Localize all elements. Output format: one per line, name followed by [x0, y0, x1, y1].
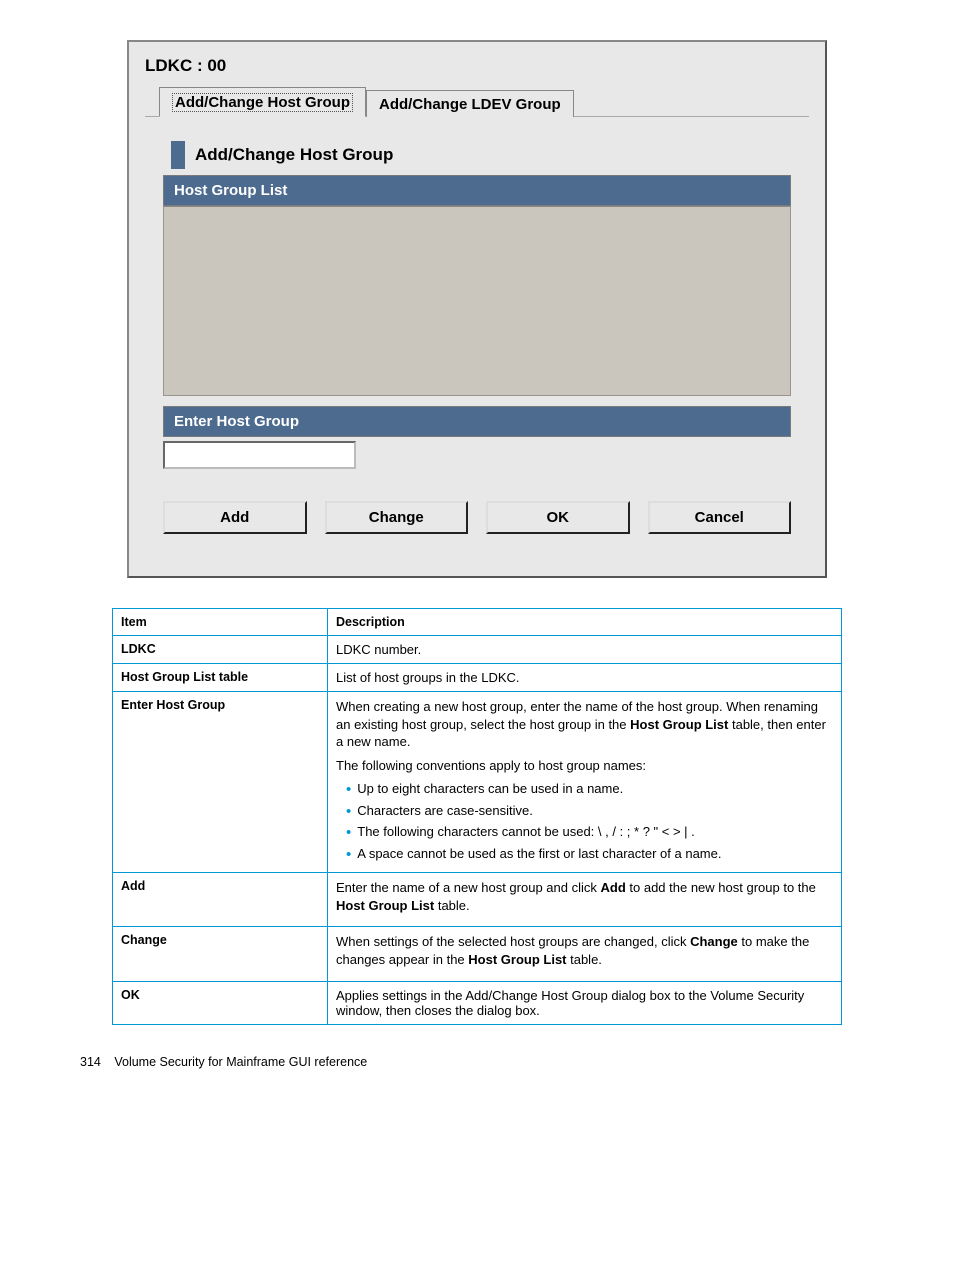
item-hglist: Host Group List table: [113, 664, 328, 692]
footer-title: Volume Security for Mainframe GUI refere…: [114, 1055, 367, 1069]
header-item: Item: [113, 609, 328, 636]
desc-change: When settings of the selected host group…: [328, 927, 842, 981]
change-button[interactable]: Change: [325, 501, 469, 534]
tab-hostgroup[interactable]: Add/Change Host Group: [159, 87, 366, 117]
section-header: Add/Change Host Group: [171, 141, 809, 169]
desc-hglist: List of host groups in the LDKC.: [328, 664, 842, 692]
tab-hostgroup-label: Add/Change Host Group: [172, 93, 353, 112]
tab-bar: Add/Change Host Group Add/Change LDEV Gr…: [159, 86, 809, 116]
description-table: Item Description LDKC LDKC number. Host …: [112, 608, 842, 1025]
list-item: •The following characters cannot be used…: [346, 823, 833, 841]
desc-ldkc: LDKC number.: [328, 636, 842, 664]
enter-hostgroup-label: Enter Host Group: [163, 406, 791, 437]
button-row: Add Change OK Cancel: [163, 501, 791, 534]
hostgroup-input[interactable]: [163, 441, 356, 469]
dialog-window: LDKC : 00 Add/Change Host Group Add/Chan…: [127, 40, 827, 578]
list-item: •Characters are case-sensitive.: [346, 802, 833, 820]
ok-button[interactable]: OK: [486, 501, 630, 534]
desc-ok: Applies settings in the Add/Change Host …: [328, 981, 842, 1024]
table-row: Change When settings of the selected hos…: [113, 927, 842, 981]
add-button[interactable]: Add: [163, 501, 307, 534]
item-change: Change: [113, 927, 328, 981]
bullet-icon: •: [346, 781, 351, 798]
list-item: •Up to eight characters can be used in a…: [346, 780, 833, 798]
cancel-button[interactable]: Cancel: [648, 501, 792, 534]
bullet-icon: •: [346, 803, 351, 820]
page-number: 314: [80, 1055, 101, 1069]
item-ldkc: LDKC: [113, 636, 328, 664]
list-item: •A space cannot be used as the first or …: [346, 845, 833, 863]
bullet-icon: •: [346, 824, 351, 841]
table-row: Add Enter the name of a new host group a…: [113, 873, 842, 927]
tab-content: Add/Change Host Group Host Group List En…: [145, 116, 809, 552]
table-row: Host Group List table List of host group…: [113, 664, 842, 692]
item-add: Add: [113, 873, 328, 927]
bullet-icon: •: [346, 846, 351, 863]
page-footer: 314 Volume Security for Mainframe GUI re…: [60, 1055, 894, 1069]
desc-add: Enter the name of a new host group and c…: [328, 873, 842, 927]
section-marker-icon: [171, 141, 185, 169]
tab-ldevgroup[interactable]: Add/Change LDEV Group: [366, 90, 574, 117]
desc-enterhg: When creating a new host group, enter th…: [328, 692, 842, 873]
table-row: LDKC LDKC number.: [113, 636, 842, 664]
tab-ldevgroup-label: Add/Change LDEV Group: [379, 96, 561, 113]
ldkc-title: LDKC : 00: [145, 56, 809, 76]
table-row: Enter Host Group When creating a new hos…: [113, 692, 842, 873]
item-enterhg: Enter Host Group: [113, 692, 328, 873]
header-desc: Description: [328, 609, 842, 636]
hostgroup-list-label: Host Group List: [163, 175, 791, 206]
item-ok: OK: [113, 981, 328, 1024]
hostgroup-list-table[interactable]: [163, 206, 791, 396]
table-row: OK Applies settings in the Add/Change Ho…: [113, 981, 842, 1024]
section-title: Add/Change Host Group: [195, 145, 393, 165]
table-header-row: Item Description: [113, 609, 842, 636]
